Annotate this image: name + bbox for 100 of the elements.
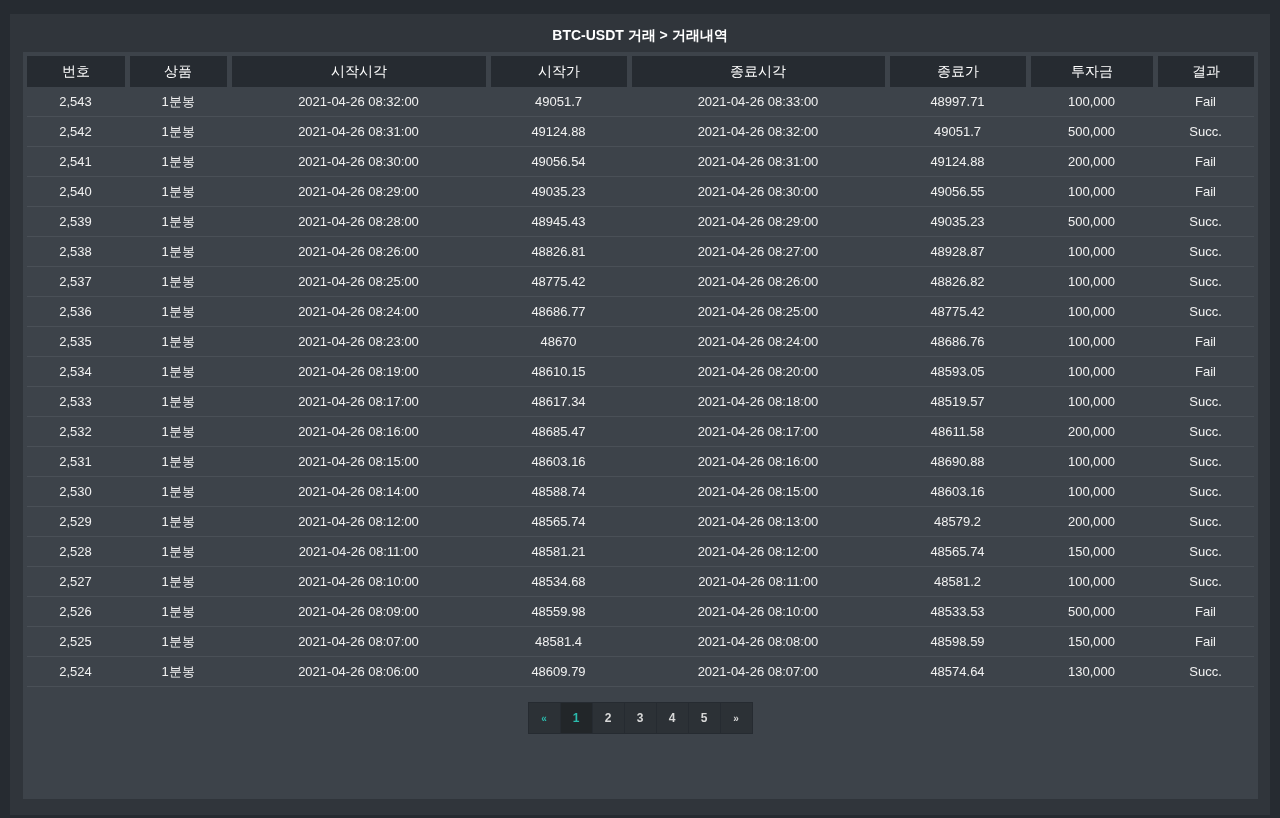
column-header: 결과 [1157, 56, 1254, 87]
table-cell-text: 150,000 [1067, 542, 1116, 561]
table-cell-text: 2021-04-26 08:07:00 [297, 632, 420, 651]
table-cell-text: 2,542 [58, 122, 93, 141]
table-cell-text: 2,531 [58, 452, 93, 471]
table-cell-text: 2021-04-26 08:24:00 [297, 302, 420, 321]
table-cell-text: 48574.64 [929, 662, 986, 681]
table-cell-text: 2021-04-26 08:12:00 [696, 542, 820, 561]
table-cell-text: Succ. [1188, 512, 1223, 531]
table-cell-text: 2021-04-26 08:29:00 [696, 212, 820, 231]
table-cell-text: 1분봉 [160, 632, 196, 651]
table-cell-text: 1분봉 [160, 92, 196, 111]
table-cell-text: 1분봉 [160, 242, 196, 261]
table-cell-text: 2021-04-26 08:29:00 [297, 182, 420, 201]
table-cell-text: 1분봉 [160, 662, 196, 681]
table-cell-text: 2021-04-26 08:16:00 [297, 422, 420, 441]
table-cell-text: 2021-04-26 08:33:00 [696, 92, 820, 111]
column-header: 번호 [26, 56, 125, 87]
table-cell-text: 2021-04-26 08:09:00 [297, 602, 420, 621]
table-cell-text: 1분봉 [160, 362, 196, 381]
table-cell-text: 2021-04-26 08:23:00 [297, 332, 420, 351]
column-header: 시작가 [490, 56, 627, 87]
page-button[interactable]: 2 [592, 703, 624, 733]
table-cell-text: 49051.7 [933, 122, 982, 141]
table-cell-text: 48670 [539, 332, 578, 351]
table-cell-text: 1분봉 [160, 392, 196, 411]
table-cell-text: Succ. [1188, 662, 1223, 681]
previous-page-button[interactable]: « [528, 703, 560, 733]
table-cell-text: Fail [1194, 602, 1217, 621]
table-cell-text: 48945.43 [530, 212, 587, 231]
table-cell-text: 48775.42 [929, 302, 986, 321]
table-cell-text: 2,538 [58, 242, 93, 261]
table-cell-text: 1분봉 [160, 302, 196, 321]
table-cell-text: 48686.77 [530, 302, 587, 321]
table-cell-text: 100,000 [1067, 482, 1116, 501]
table-cell-text: 1분봉 [160, 512, 196, 531]
column-header: 상품 [129, 56, 227, 87]
table-cell-text: 49124.88 [929, 152, 986, 171]
table-cell-text: 2,536 [58, 302, 93, 321]
table-cell-text: 48685.47 [530, 422, 587, 441]
table-cell-text: 500,000 [1067, 122, 1116, 141]
table-cell-text: 2021-04-26 08:32:00 [696, 122, 820, 141]
next-page-button[interactable]: » [720, 703, 752, 733]
table-cell-text: 48519.57 [929, 392, 986, 411]
table-cell-text: Succ. [1188, 272, 1223, 291]
table-cell-text: 100,000 [1067, 362, 1116, 381]
table-cell-text: 2021-04-26 08:26:00 [297, 242, 420, 261]
table-cell-text: 1분봉 [160, 542, 196, 561]
table-cell-text: 48617.34 [530, 392, 587, 411]
table-cell-text: 2,535 [58, 332, 93, 351]
table-cell-text: 2021-04-26 08:07:00 [696, 662, 820, 681]
table-cell-text: 1분봉 [160, 212, 196, 231]
table-cell-text: 2,540 [58, 182, 93, 201]
table-cell-text: 2,526 [58, 602, 93, 621]
table-cell-text: Fail [1194, 152, 1217, 171]
table-cell-text: 100,000 [1067, 182, 1116, 201]
table-cell-text: 1분봉 [160, 332, 196, 351]
table-cell-text: 48534.68 [530, 572, 587, 591]
table-cell-text: 1분봉 [160, 152, 196, 171]
table-cell-text: 48579.2 [933, 512, 982, 531]
table-cell-text: 2021-04-26 08:10:00 [297, 572, 420, 591]
table-cell-text: 2021-04-26 08:11:00 [697, 572, 819, 591]
table-cell-text: 100,000 [1067, 332, 1116, 351]
table-cell-text: 2,533 [58, 392, 93, 411]
table-cell-text: 48581.2 [933, 572, 982, 591]
table-cell-text: 49035.23 [929, 212, 986, 231]
page-title: BTC-USDT 거래 > 거래내역 [552, 25, 728, 45]
page-button[interactable]: 1 [560, 703, 592, 733]
page-button[interactable]: 3 [624, 703, 656, 733]
table-cell-text: 48581.4 [534, 632, 583, 651]
table-cell-text: 2021-04-26 08:17:00 [696, 422, 820, 441]
table-cell-text: Fail [1194, 632, 1217, 651]
table-cell-text: 2,527 [58, 572, 93, 591]
page-button[interactable]: 5 [688, 703, 720, 733]
table-cell-text: 2021-04-26 08:11:00 [297, 542, 420, 561]
table-cell-text: 2021-04-26 08:12:00 [297, 512, 420, 531]
table-cell-text: Fail [1194, 362, 1217, 381]
table-cell-text: 49035.23 [530, 182, 587, 201]
page-button[interactable]: 4 [656, 703, 688, 733]
table-cell-text: Succ. [1188, 452, 1223, 471]
table-cell-text: 2,532 [58, 422, 93, 441]
table-cell-text: 48826.82 [929, 272, 986, 291]
table-cell-text: 100,000 [1067, 242, 1116, 261]
table-cell-text: 200,000 [1067, 512, 1116, 531]
table-cell-text: Succ. [1188, 302, 1223, 321]
table-cell-text: 1분봉 [160, 182, 196, 201]
table-cell-text: 200,000 [1067, 422, 1116, 441]
table-cell-text: 2021-04-26 08:32:00 [297, 92, 420, 111]
column-header: 종료가 [889, 56, 1026, 87]
table-cell-text: 2021-04-26 08:27:00 [696, 242, 820, 261]
table-cell-text: 2,528 [58, 542, 93, 561]
table-cell-text: 2021-04-26 08:08:00 [696, 632, 820, 651]
table-cell-text: Succ. [1188, 572, 1223, 591]
table-cell-text: 2021-04-26 08:25:00 [696, 302, 820, 321]
table-cell-text: 2021-04-26 08:17:00 [297, 392, 420, 411]
table-cell-text: 2,539 [58, 212, 93, 231]
table-cell-text: 2021-04-26 08:10:00 [696, 602, 820, 621]
table-cell-text: 49124.88 [530, 122, 587, 141]
table-cell-text: 100,000 [1067, 92, 1116, 111]
table-cell-text: 49051.7 [534, 92, 583, 111]
